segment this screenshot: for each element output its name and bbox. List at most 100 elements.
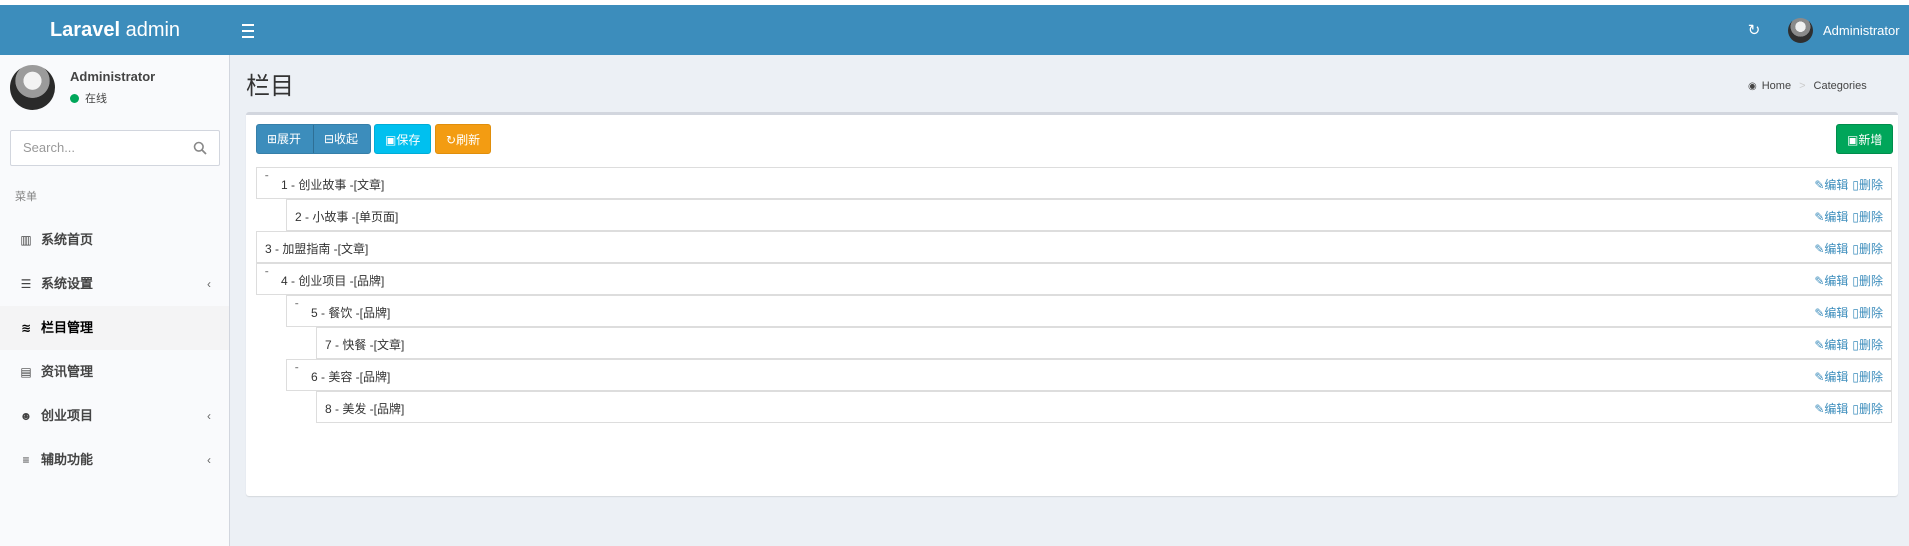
avatar: [1788, 17, 1813, 43]
tree-item-label: 6 - 美容 -[品牌]: [311, 370, 391, 384]
collapse-toggle-icon[interactable]: ˉ: [295, 302, 299, 314]
tree-row[interactable]: ˉ 1 - 创业故事 -[文章] ✎编辑 ▯删除: [256, 167, 1892, 199]
new-label: 新增: [1858, 133, 1883, 147]
users-icon: ☻: [19, 409, 33, 423]
breadcrumb: ◉ Home > Categories: [1748, 80, 1867, 92]
delete-button[interactable]: ▯删除: [1852, 274, 1883, 288]
sidebar-item[interactable]: ≋ 栏目管理: [0, 306, 229, 350]
chevron-left-icon: ‹: [207, 277, 211, 291]
tree-row[interactable]: ˉ 4 - 创业项目 -[品牌] ✎编辑 ▯删除: [256, 263, 1892, 295]
book-icon: ▤: [20, 365, 32, 379]
sidebar-menu: ▥ 系统首页 ☰ 系统设置 ‹ ≋ 栏目管理 ▤ 资讯管理 ☻ 创业项目 ‹ ≡ 辅助功能 ‹: [0, 218, 229, 482]
status-dot-icon: [70, 93, 79, 103]
sidebar: Administrator 在线 菜单 ▥ 系统首页 ☰ 系统设置 ‹ ≋ 栏目管理 ▤ 资讯管…: [0, 55, 230, 546]
breadcrumb-current: Categories: [1813, 80, 1867, 92]
tree-row[interactable]: 7 - 快餐 -[文章] ✎编辑 ▯删除: [316, 327, 1892, 359]
sidebar-item[interactable]: ▤ 资讯管理: [0, 350, 229, 394]
sidebar-item-label: 创业项目: [41, 408, 94, 423]
edit-button[interactable]: ✎编辑: [1814, 178, 1848, 192]
edit-button[interactable]: ✎编辑: [1814, 370, 1848, 384]
header-user-name: Administrator: [1823, 22, 1900, 38]
menu-header: 菜单: [15, 191, 37, 203]
refresh-icon[interactable]: ↻: [1744, 21, 1764, 41]
tree-row[interactable]: 2 - 小故事 -[单页面] ✎编辑 ▯删除: [286, 199, 1892, 231]
tree-row[interactable]: ˉ 6 - 美容 -[品牌] ✎编辑 ▯删除: [286, 359, 1892, 391]
main-header: Laravel admin ↻ Administrator: [0, 5, 1909, 55]
category-tree-box: ⊞展开 ⊟收起 ▣保存 ↻刷新 ▣新增 ˉ1 - 创业故事 -[文章] ✎编辑 ▯删…: [246, 112, 1898, 496]
save-icon: ▣: [385, 133, 397, 147]
row-actions: ✎编辑 ▯删除: [1810, 240, 1883, 257]
tree-item-label: 4 - 创业项目 -[品牌]: [281, 274, 385, 288]
tree-item-label: 1 - 创业故事 -[文章]: [281, 178, 385, 192]
delete-button[interactable]: ▯删除: [1852, 306, 1883, 320]
tree-row[interactable]: 3 - 加盟指南 -[文章] ✎编辑 ▯删除: [256, 231, 1892, 263]
collapse-button[interactable]: ⊟收起: [314, 124, 368, 154]
logo[interactable]: Laravel admin: [0, 5, 230, 55]
status-label: 在线: [85, 93, 107, 105]
sidebar-search: [10, 130, 220, 166]
database-icon: ≋: [20, 321, 32, 335]
edit-button[interactable]: ✎编辑: [1814, 338, 1848, 352]
save-button[interactable]: ▣保存: [374, 124, 432, 154]
sidebar-item[interactable]: ≡ 辅助功能 ‹: [0, 438, 229, 482]
collapse-toggle-icon[interactable]: ˉ: [295, 366, 299, 378]
sidebar-item[interactable]: ☻ 创业项目 ‹: [0, 394, 229, 438]
save-label: 保存: [396, 133, 421, 147]
user-status: 在线: [70, 90, 107, 106]
row-actions: ✎编辑 ▯删除: [1810, 400, 1883, 417]
delete-button[interactable]: ▯删除: [1852, 242, 1883, 256]
dashboard-icon: ◉: [1748, 80, 1757, 92]
search-input[interactable]: [23, 140, 183, 155]
bar-chart-icon: ▥: [20, 233, 32, 247]
edit-button[interactable]: ✎编辑: [1814, 274, 1848, 288]
avatar: [10, 65, 55, 110]
chevron-left-icon: ‹: [207, 409, 211, 423]
new-button[interactable]: ▣新增: [1836, 124, 1894, 154]
tree-row[interactable]: 8 - 美发 -[品牌] ✎编辑 ▯删除: [316, 391, 1892, 423]
delete-button[interactable]: ▯删除: [1852, 178, 1883, 192]
refresh-icon: ↻: [446, 133, 457, 147]
row-actions: ✎编辑 ▯删除: [1810, 272, 1883, 289]
edit-button[interactable]: ✎编辑: [1814, 210, 1848, 224]
sidebar-item[interactable]: ☰ 系统设置 ‹: [0, 262, 229, 306]
row-actions: ✎编辑 ▯删除: [1810, 176, 1883, 193]
edit-button[interactable]: ✎编辑: [1814, 402, 1848, 416]
delete-button[interactable]: ▯删除: [1852, 402, 1883, 416]
refresh-button[interactable]: ↻刷新: [435, 124, 492, 154]
row-actions: ✎编辑 ▯删除: [1810, 368, 1883, 385]
expand-button[interactable]: ⊞展开: [257, 124, 311, 154]
collapse-toggle-icon[interactable]: ˉ: [265, 174, 269, 186]
save-icon: ▣: [1847, 133, 1859, 147]
user-menu[interactable]: Administrator: [1788, 15, 1900, 45]
row-actions: ✎编辑 ▯删除: [1810, 304, 1883, 321]
tree-item-label: 5 - 餐饮 -[品牌]: [311, 306, 391, 320]
edit-button[interactable]: ✎编辑: [1814, 242, 1848, 256]
row-actions: ✎编辑 ▯删除: [1810, 336, 1883, 353]
tree-item-label: 7 - 快餐 -[文章]: [325, 338, 405, 352]
sidebar-item-label: 资讯管理: [41, 364, 94, 379]
tree-item-label: 3 - 加盟指南 -[文章]: [265, 242, 369, 256]
row-actions: ✎编辑 ▯删除: [1810, 208, 1883, 225]
sidebar-item[interactable]: ▥ 系统首页: [0, 218, 229, 262]
align-center-icon: ≡: [22, 453, 30, 467]
chevron-left-icon: ‹: [207, 453, 211, 467]
server-icon: ☰: [20, 277, 32, 291]
search-icon[interactable]: [193, 141, 207, 155]
sidebar-item-label: 辅助功能: [41, 452, 94, 467]
tree-item-label: 2 - 小故事 -[单页面]: [295, 210, 399, 224]
expand-collapse-group: ⊞展开 ⊟收起: [256, 124, 371, 154]
edit-button[interactable]: ✎编辑: [1814, 306, 1848, 320]
tree-row[interactable]: ˉ 5 - 餐饮 -[品牌] ✎编辑 ▯删除: [286, 295, 1892, 327]
user-panel: Administrator 在线: [10, 65, 220, 115]
collapse-toggle-icon[interactable]: ˉ: [265, 270, 269, 282]
sidebar-toggle-icon[interactable]: [242, 20, 258, 40]
breadcrumb-separator: >: [1799, 80, 1806, 92]
sidebar-item-label: 系统设置: [41, 276, 94, 291]
delete-button[interactable]: ▯删除: [1852, 338, 1883, 352]
page-title: 栏目: [246, 73, 294, 100]
delete-button[interactable]: ▯删除: [1852, 210, 1883, 224]
sidebar-user-name: Administrator: [70, 69, 156, 84]
sidebar-item-label: 系统首页: [41, 232, 94, 247]
breadcrumb-home[interactable]: Home: [1762, 80, 1791, 92]
delete-button[interactable]: ▯删除: [1852, 370, 1883, 384]
